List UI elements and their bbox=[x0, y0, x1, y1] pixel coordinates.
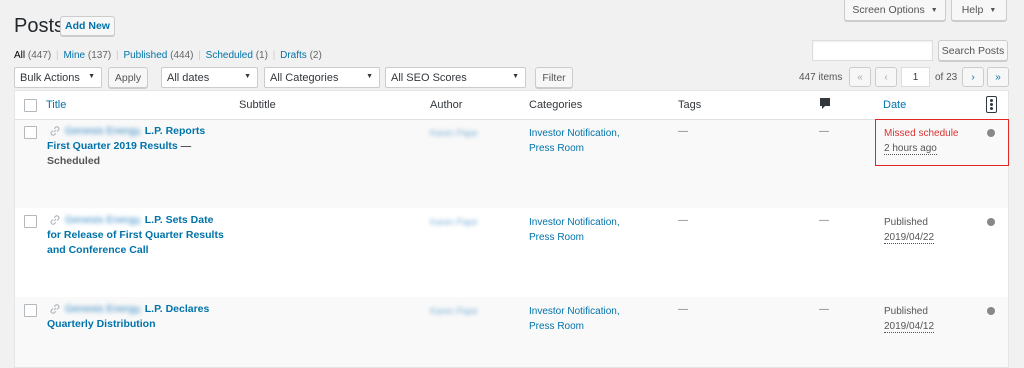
column-date[interactable]: Date bbox=[883, 99, 906, 111]
categories-links[interactable]: Investor Notification, Press Room bbox=[529, 126, 639, 156]
filter-mine[interactable]: Mine (137) bbox=[63, 50, 111, 61]
filter-all[interactable]: All (447) bbox=[14, 50, 51, 61]
date-value: 2019/04/12 bbox=[884, 321, 935, 333]
search-posts-button[interactable]: Search Posts bbox=[938, 40, 1008, 61]
bulk-actions-select[interactable]: Bulk Actions ▼ bbox=[14, 67, 102, 88]
author-link[interactable]: Karen Pape bbox=[430, 306, 478, 316]
total-pages: of 23 bbox=[935, 72, 958, 83]
author-link[interactable]: Karen Pape bbox=[430, 217, 478, 227]
post-title-link[interactable]: Genesis Energy, L.P. Sets Date for Relea… bbox=[47, 213, 227, 258]
date-cell: Published 2019/04/12 bbox=[884, 304, 935, 334]
apply-button[interactable]: Apply bbox=[108, 67, 148, 88]
first-page-button[interactable]: « bbox=[849, 67, 871, 87]
date-value: 2019/04/22 bbox=[884, 232, 935, 244]
table-row: Genesis Energy, L.P. Sets Date for Relea… bbox=[15, 208, 1008, 297]
seo-scores-value: All SEO Scores bbox=[391, 71, 467, 84]
table-row: Genesis Energy, L.P. Reports First Quart… bbox=[15, 120, 1008, 208]
caret-down-icon: ▼ bbox=[930, 6, 938, 14]
comments-value: — bbox=[819, 126, 829, 137]
column-title[interactable]: Title bbox=[46, 99, 66, 111]
post-title-link[interactable]: Genesis Energy, L.P. Declares Quarterly … bbox=[47, 302, 227, 332]
table-row: Genesis Energy, L.P. Declares Quarterly … bbox=[15, 297, 1008, 367]
screen-options-button[interactable]: Screen Options ▼ bbox=[844, 0, 946, 21]
tags-value: — bbox=[678, 304, 688, 315]
column-author: Author bbox=[430, 99, 463, 111]
bulk-actions-value: Bulk Actions bbox=[20, 71, 80, 84]
missed-schedule-highlight bbox=[875, 119, 1009, 166]
select-all-checkbox[interactable] bbox=[24, 99, 37, 112]
date-cell: Published 2019/04/22 bbox=[884, 215, 935, 245]
filter-button[interactable]: Filter bbox=[535, 67, 573, 88]
post-status-filters: All (447) | Mine (137) | Published (444)… bbox=[14, 50, 322, 61]
help-button[interactable]: Help ▼ bbox=[951, 0, 1007, 21]
prev-page-button[interactable]: ‹ bbox=[875, 67, 897, 87]
post-title-link[interactable]: Genesis Energy, L.P. Reports First Quart… bbox=[47, 124, 227, 169]
seo-score-dot bbox=[987, 307, 995, 315]
seo-score-dot bbox=[987, 218, 995, 226]
page-title: Posts bbox=[14, 15, 65, 37]
posts-table: Title Subtitle Author Categories Tags Da… bbox=[14, 90, 1009, 368]
post-status: Published bbox=[884, 217, 928, 228]
comments-icon[interactable] bbox=[819, 97, 831, 113]
tags-value: — bbox=[678, 215, 688, 226]
categories-value: All Categories bbox=[270, 71, 339, 84]
next-page-button[interactable]: › bbox=[962, 67, 984, 87]
add-new-button[interactable]: Add New bbox=[60, 16, 115, 36]
current-page-input[interactable]: 1 bbox=[901, 67, 930, 87]
categories-links[interactable]: Investor Notification, Press Room bbox=[529, 304, 639, 334]
dates-value: All dates bbox=[167, 71, 210, 84]
seo-scores-select[interactable]: All SEO Scores ▼ bbox=[385, 67, 526, 88]
last-page-button[interactable]: » bbox=[987, 67, 1009, 87]
row-checkbox[interactable] bbox=[24, 126, 37, 139]
help-label: Help bbox=[961, 4, 984, 16]
tags-value: — bbox=[678, 126, 688, 137]
caret-down-icon: ▼ bbox=[989, 6, 997, 14]
post-status: Published bbox=[884, 306, 928, 317]
filter-published[interactable]: Published (444) bbox=[123, 50, 193, 61]
comments-value: — bbox=[819, 304, 829, 315]
caret-down-icon: ▼ bbox=[512, 73, 519, 80]
seo-score-column-icon bbox=[986, 96, 997, 113]
comments-value: — bbox=[819, 215, 829, 226]
column-subtitle: Subtitle bbox=[239, 99, 276, 111]
row-checkbox[interactable] bbox=[24, 304, 37, 317]
categories-links[interactable]: Investor Notification, Press Room bbox=[529, 215, 639, 245]
caret-down-icon: ▼ bbox=[366, 73, 373, 80]
column-categories: Categories bbox=[529, 99, 583, 111]
table-header: Title Subtitle Author Categories Tags Da… bbox=[15, 91, 1008, 120]
categories-select[interactable]: All Categories ▼ bbox=[264, 67, 380, 88]
items-count: 447 items bbox=[799, 72, 843, 83]
caret-down-icon: ▼ bbox=[244, 73, 251, 80]
filter-scheduled[interactable]: Scheduled (1) bbox=[206, 50, 268, 61]
screen-options-label: Screen Options bbox=[852, 4, 925, 16]
author-link[interactable]: Karen Pape bbox=[430, 128, 478, 138]
column-tags: Tags bbox=[678, 99, 702, 111]
row-checkbox[interactable] bbox=[24, 215, 37, 228]
caret-down-icon: ▼ bbox=[88, 73, 95, 80]
search-input[interactable] bbox=[812, 40, 933, 61]
filter-drafts[interactable]: Drafts (2) bbox=[280, 50, 322, 61]
dates-select[interactable]: All dates ▼ bbox=[161, 67, 258, 88]
